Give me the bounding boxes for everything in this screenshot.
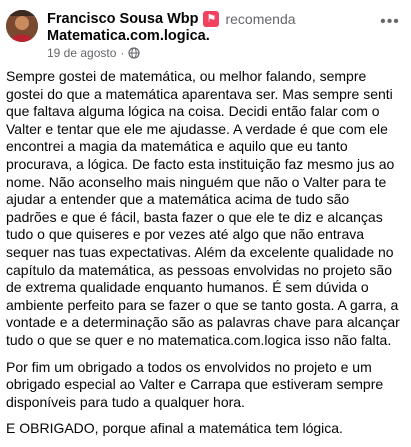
recommend-badge-icon: ⚑ [203,11,220,27]
meta-separator: · [120,46,125,60]
post-body: Sempre gostei de matemática, ou melhor f… [6,68,402,447]
recommended-page-line: Matematica.com.logica. [47,28,210,46]
author-name[interactable]: Francisco Sousa Wbp [47,11,198,27]
post-author-line: Francisco Sousa Wbp ⚑ recomenda [47,10,296,28]
post-paragraph: E OBRIGADO, porque afinal a matemática t… [6,420,343,437]
avatar[interactable] [6,10,38,42]
post-meta-line: 19 de agosto · [47,46,141,60]
post-header: Francisco Sousa Wbp ⚑ recomenda Matemati… [0,0,411,62]
globe-icon [128,47,141,59]
recommend-verb: recomenda [225,11,296,27]
page-name-suffix: . [205,28,210,44]
post-paragraph: Sempre gostei de matemática, ou melhor f… [6,68,400,348]
more-options-icon[interactable]: ••• [376,14,404,34]
post-date[interactable]: 19 de agosto [47,46,116,60]
avatar-image [6,10,38,42]
recommended-page-name[interactable]: Matematica.com.logica [47,28,206,44]
post-paragraph: Por fim um obrigado a todos os envolvido… [6,358,384,410]
